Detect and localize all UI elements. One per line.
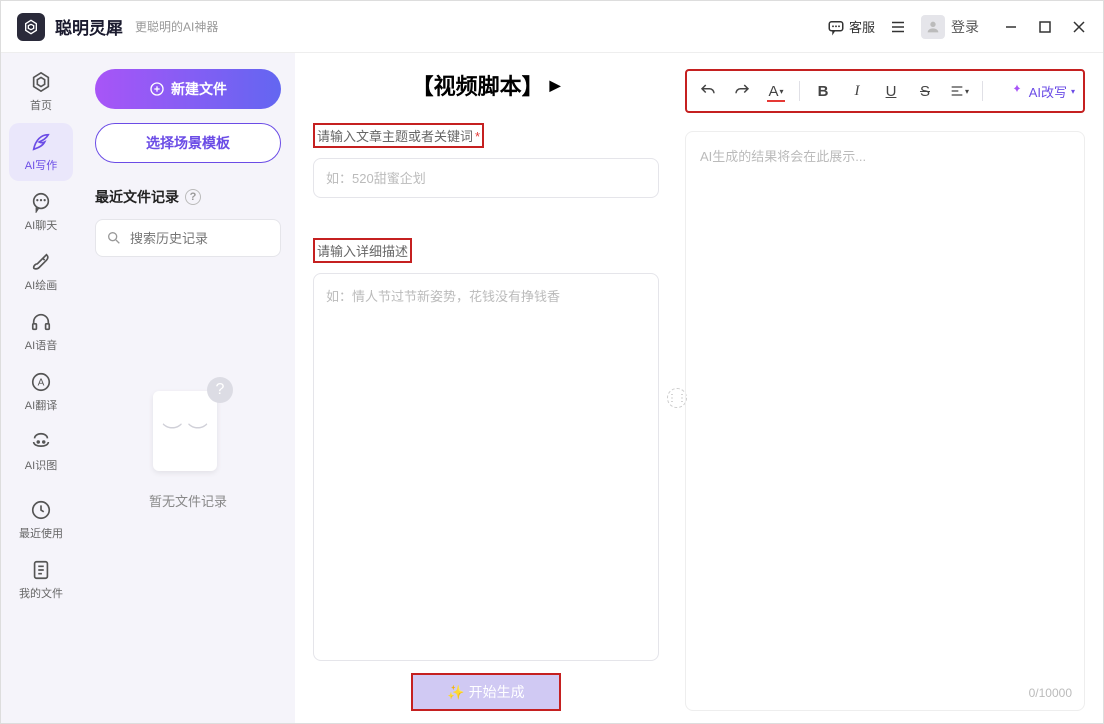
ai-rewrite-label: AI改写	[1029, 82, 1067, 101]
char-count: 0/10000	[1029, 686, 1072, 700]
select-scene-button[interactable]: 选择场景模板	[95, 123, 281, 163]
underline-button[interactable]: U	[878, 78, 904, 104]
login-button[interactable]: 登录	[921, 15, 979, 39]
svg-text:A: A	[38, 378, 45, 389]
description-textarea[interactable]	[313, 273, 659, 661]
sidebar-item-files[interactable]: 我的文件	[9, 551, 73, 609]
search-input[interactable]	[130, 231, 306, 246]
customer-service-label: 客服	[849, 17, 875, 36]
sidebar-item-label: AI写作	[25, 157, 57, 173]
sidebar-item-voice[interactable]: AI语音	[9, 303, 73, 361]
image-icon	[30, 431, 52, 453]
sidebar-item-label: AI聊天	[25, 217, 57, 233]
app-logo-icon	[17, 13, 45, 41]
menu-button[interactable]	[889, 18, 907, 36]
sidebar-item-recent[interactable]: 最近使用	[9, 491, 73, 549]
result-placeholder: AI生成的结果将会在此展示...	[700, 149, 866, 164]
font-color-button[interactable]: A▾	[763, 78, 789, 104]
triangle-right-icon[interactable]: ▶	[550, 77, 561, 94]
sidebar-item-write[interactable]: AI写作	[9, 123, 73, 181]
left-panel: 新建文件 选择场景模板 最近文件记录 ? ︶ ︶ ? 暂无文件记录	[81, 53, 295, 723]
help-icon[interactable]: ?	[185, 189, 201, 205]
bold-button[interactable]: B	[810, 78, 836, 104]
sidebar-item-home[interactable]: 首页	[9, 63, 73, 121]
login-label: 登录	[951, 17, 979, 37]
align-button[interactable]: ▾	[946, 78, 972, 104]
generate-button[interactable]: ✨ 开始生成	[411, 673, 561, 711]
italic-button[interactable]: I	[844, 78, 870, 104]
page-title-text: 【视频脚本】	[412, 69, 544, 101]
search-box[interactable]	[95, 219, 281, 257]
home-icon	[30, 71, 52, 93]
translate-icon: A	[30, 371, 52, 393]
description-label: 请输入详细描述	[313, 238, 412, 263]
sidebar-item-label: 我的文件	[19, 585, 63, 601]
clock-icon	[30, 499, 52, 521]
drag-handle-icon[interactable]: ⋮⋮	[667, 388, 687, 408]
page-title: 【视频脚本】 ▶	[313, 69, 659, 101]
headphones-icon	[30, 311, 52, 333]
right-panel: A▾ B I U S ▾ AI改写 ▾ AI生成的结果将会在此展示... 0/1…	[677, 53, 1103, 723]
sidebar-item-label: AI翻译	[25, 397, 57, 413]
recent-files-label: 最近文件记录	[95, 187, 179, 207]
sidebar-item-paint[interactable]: AI绘画	[9, 243, 73, 301]
sidebar-item-label: AI绘画	[25, 277, 57, 293]
new-file-button[interactable]: 新建文件	[95, 69, 281, 109]
redo-button[interactable]	[729, 78, 755, 104]
app-subtitle: 更聪明的AI神器	[135, 18, 218, 35]
sidebar-item-label: 最近使用	[19, 525, 63, 541]
sidebar: 首页 AI写作 AI聊天 AI绘画 AI语音 A AI翻译 AI识图	[1, 53, 81, 723]
file-icon	[30, 559, 52, 581]
sidebar-item-chat[interactable]: AI聊天	[9, 183, 73, 241]
search-icon	[106, 230, 122, 246]
sidebar-item-label: 首页	[30, 97, 52, 113]
sidebar-item-label: AI识图	[25, 457, 57, 473]
editor-toolbar: A▾ B I U S ▾ AI改写 ▾	[685, 69, 1085, 113]
empty-state: ︶ ︶ ? 暂无文件记录	[95, 377, 281, 510]
strikethrough-button[interactable]: S	[912, 78, 938, 104]
maximize-button[interactable]	[1037, 19, 1053, 35]
minimize-button[interactable]	[1003, 19, 1019, 35]
topic-input[interactable]	[313, 158, 659, 198]
close-button[interactable]	[1071, 19, 1087, 35]
chevron-down-icon: ▾	[1071, 87, 1075, 96]
titlebar: 聪明灵犀 更聪明的AI神器 客服 登录	[1, 1, 1103, 53]
new-file-label: 新建文件	[171, 79, 227, 99]
customer-service-button[interactable]: 客服	[827, 17, 875, 36]
undo-button[interactable]	[695, 78, 721, 104]
app-name: 聪明灵犀	[55, 14, 123, 39]
recent-files-header: 最近文件记录 ?	[95, 187, 281, 207]
feather-icon	[30, 131, 52, 153]
topic-label: 请输入文章主题或者关键词*	[313, 123, 484, 148]
sidebar-item-image[interactable]: AI识图	[9, 423, 73, 481]
result-area[interactable]: AI生成的结果将会在此展示... 0/10000	[685, 131, 1085, 711]
empty-text: 暂无文件记录	[149, 491, 227, 510]
sidebar-item-label: AI语音	[25, 337, 57, 353]
chat-bubble-icon	[30, 191, 52, 213]
ai-rewrite-button[interactable]: AI改写 ▾	[1009, 82, 1075, 101]
sparkle-icon	[1009, 83, 1025, 99]
chat-icon	[827, 18, 845, 36]
brush-icon	[30, 251, 52, 273]
center-panel: 【视频脚本】 ▶ 请输入文章主题或者关键词* 请输入详细描述 ✨ 开始生成 ⋮⋮	[295, 53, 677, 723]
empty-illustration: ︶ ︶ ?	[143, 377, 233, 477]
plus-circle-icon	[149, 81, 165, 97]
sidebar-item-translate[interactable]: A AI翻译	[9, 363, 73, 421]
avatar-icon	[921, 15, 945, 39]
